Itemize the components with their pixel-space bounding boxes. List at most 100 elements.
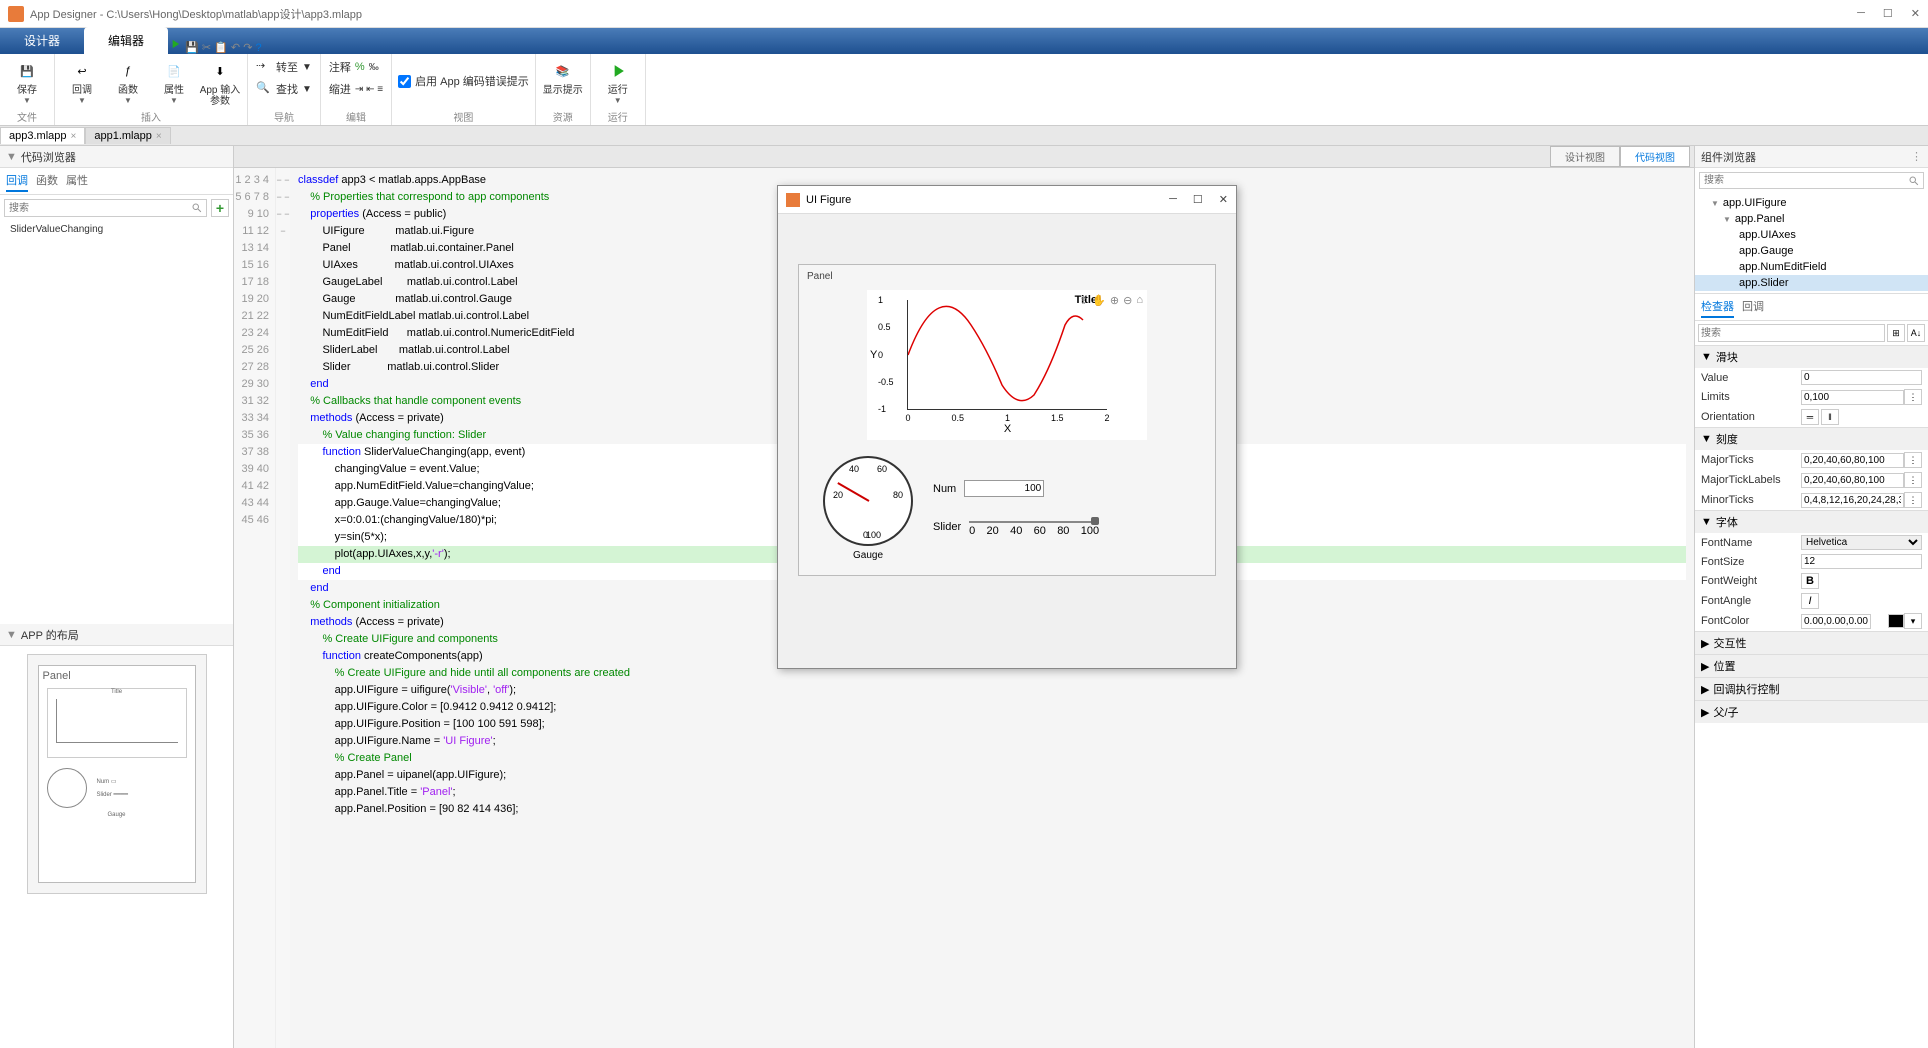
vertical-button[interactable]: ‖ xyxy=(1821,409,1839,425)
tab-inspector[interactable]: 检查器 xyxy=(1701,296,1734,318)
design-view-button[interactable]: 设计视图 xyxy=(1550,146,1620,167)
filetab-app1[interactable]: app1.mlapp× xyxy=(85,127,170,144)
add-callback-button[interactable]: + xyxy=(211,199,229,217)
tree-uifigure[interactable]: ▼app.UIFigure xyxy=(1695,195,1928,211)
tree-uiaxes[interactable]: app.UIAxes xyxy=(1695,227,1928,243)
copy-icon[interactable]: 📋 xyxy=(214,42,228,54)
tab-editor[interactable]: 编辑器 xyxy=(84,27,168,54)
ui-axes[interactable]: Title ⇪ ✋ ⊕ ⊖ ⌂ 1 0.5 0 -0.5 -1 xyxy=(867,290,1147,440)
panel-menu-icon[interactable]: ⋮ xyxy=(1911,150,1922,163)
tab-functions[interactable]: 函数 xyxy=(36,170,58,192)
enable-errors-label: 启用 App 编码错误提示 xyxy=(415,73,529,89)
ui-gauge: 0 20 40 60 80 100 xyxy=(823,456,913,546)
run-button[interactable]: 运行▼ xyxy=(597,57,639,105)
limits-input[interactable] xyxy=(1801,390,1904,405)
section-parent[interactable]: ▶父/子 xyxy=(1695,701,1928,723)
close-icon[interactable]: × xyxy=(156,131,162,142)
find-button[interactable]: 🔍查找 ▼ xyxy=(254,79,314,99)
run-icon[interactable] xyxy=(168,37,182,51)
window-title: App Designer - C:\Users\Hong\Desktop\mat… xyxy=(30,6,362,22)
tree-slider[interactable]: app.Slider xyxy=(1695,275,1928,291)
section-position[interactable]: ▶位置 xyxy=(1695,655,1928,677)
section-scale[interactable]: ▼刻度 xyxy=(1695,428,1928,450)
section-interact[interactable]: ▶交互性 xyxy=(1695,632,1928,654)
tab-properties[interactable]: 属性 xyxy=(66,170,88,192)
close-icon[interactable]: ✕ xyxy=(1219,193,1228,206)
undo-icon[interactable]: ↶ xyxy=(231,42,240,54)
num-label: Num xyxy=(933,483,956,495)
uifigure-titlebar[interactable]: UI Figure ─ ☐ ✕ xyxy=(778,186,1236,214)
filetab-app3[interactable]: app3.mlapp× xyxy=(0,127,85,144)
fontname-select[interactable]: Helvetica xyxy=(1801,535,1922,550)
goto-button[interactable]: ⇢转至 ▼ xyxy=(254,57,314,77)
function-icon: ƒ xyxy=(116,59,140,83)
more-button[interactable]: ⋮ xyxy=(1904,389,1922,405)
collapse-icon[interactable]: ▼ xyxy=(6,151,17,163)
layout-preview[interactable]: Panel Title Num ▭Slider ━━━━ Gauge xyxy=(0,646,233,1048)
redo-icon[interactable]: ↷ xyxy=(243,42,252,54)
majorticklabels-input[interactable] xyxy=(1801,473,1904,488)
find-icon: 🔍 xyxy=(256,81,272,97)
close-icon[interactable]: ✕ xyxy=(1911,7,1920,20)
toolstrip: 💾 保存▼ 文件 ↩回调▼ ƒ函数▼ 📄属性▼ ⬇App 输入参数 插入 ⇢转至… xyxy=(0,54,1928,126)
section-slider[interactable]: ▼滑块 xyxy=(1695,346,1928,368)
tab-designer[interactable]: 设计器 xyxy=(0,27,84,54)
num-edit-field[interactable] xyxy=(964,480,1044,497)
inspector-search-input[interactable] xyxy=(1698,324,1885,342)
uifigure-window: UI Figure ─ ☐ ✕ Panel Title ⇪ ✋ ⊕ ⊖ ⌂ xyxy=(777,185,1237,669)
component-search-input[interactable] xyxy=(1699,172,1924,189)
horizontal-button[interactable]: ═ xyxy=(1801,409,1819,425)
ui-slider[interactable]: 020 4060 80100 xyxy=(969,517,1099,537)
cut-icon[interactable]: ✂ xyxy=(202,42,211,54)
section-font[interactable]: ▼字体 xyxy=(1695,511,1928,533)
enable-errors-checkbox[interactable] xyxy=(398,75,411,88)
section-cbctrl[interactable]: ▶回调执行控制 xyxy=(1695,678,1928,700)
browser-search-input[interactable] xyxy=(4,199,207,217)
ui-panel: Panel Title ⇪ ✋ ⊕ ⊖ ⌂ 1 0.5 0 -0. xyxy=(798,264,1216,576)
tab-callbacks[interactable]: 回调 xyxy=(6,170,28,192)
fontsize-input[interactable] xyxy=(1801,554,1922,569)
slider-label: Slider xyxy=(933,521,961,533)
help-icon[interactable]: ? xyxy=(255,42,261,54)
save-button[interactable]: 💾 保存▼ xyxy=(6,57,48,105)
bold-button[interactable]: B xyxy=(1801,573,1819,589)
tree-numeditfield[interactable]: app.NumEditField xyxy=(1695,259,1928,275)
zoomout-icon[interactable]: ⊖ xyxy=(1123,294,1132,307)
zoomin-icon[interactable]: ⊕ xyxy=(1110,294,1119,307)
callback-button[interactable]: ↩回调▼ xyxy=(61,57,103,105)
function-button[interactable]: ƒ函数▼ xyxy=(107,57,149,105)
code-view-button[interactable]: 代码视图 xyxy=(1620,146,1690,167)
value-input[interactable] xyxy=(1801,370,1922,385)
save-icon[interactable]: 💾 xyxy=(185,42,199,54)
app-icon xyxy=(786,193,800,207)
callback-item[interactable]: SliderValueChanging xyxy=(0,221,233,238)
maximize-icon[interactable]: ☐ xyxy=(1193,193,1203,206)
close-icon[interactable]: × xyxy=(71,131,77,142)
goto-icon: ⇢ xyxy=(256,59,272,75)
italic-button[interactable]: I xyxy=(1801,593,1819,609)
slider-thumb[interactable] xyxy=(1091,517,1099,525)
code-browser-header: ▼ 代码浏览器 xyxy=(0,146,233,168)
appinput-button[interactable]: ⬇App 输入参数 xyxy=(199,57,241,107)
tab-callbacks-insp[interactable]: 回调 xyxy=(1742,296,1764,318)
file-tabs: app3.mlapp× app1.mlapp× xyxy=(0,126,1928,146)
minorticks-input[interactable] xyxy=(1801,493,1904,508)
comment-button[interactable]: 注释 % ‰ xyxy=(327,57,381,77)
tree-panel[interactable]: ▼app.Panel xyxy=(1695,211,1928,227)
view-grid-button[interactable]: ⊞ xyxy=(1887,324,1905,342)
sort-button[interactable]: A↓ xyxy=(1907,324,1925,342)
property-button[interactable]: 📄属性▼ xyxy=(153,57,195,105)
tree-gauge[interactable]: app.Gauge xyxy=(1695,243,1928,259)
home-icon[interactable]: ⌂ xyxy=(1136,294,1143,307)
fontcolor-input[interactable] xyxy=(1801,614,1871,629)
minimize-icon[interactable]: ─ xyxy=(1169,193,1177,206)
book-icon: 📚 xyxy=(551,59,575,83)
minimize-icon[interactable]: ─ xyxy=(1857,7,1865,20)
color-swatch[interactable] xyxy=(1888,614,1904,628)
collapse-icon[interactable]: ▼ xyxy=(6,629,17,641)
save-icon: 💾 xyxy=(15,59,39,83)
indent-button[interactable]: 缩进 ⇥ ⇤ ≡ xyxy=(327,79,385,99)
majorticks-input[interactable] xyxy=(1801,453,1904,468)
showhint-button[interactable]: 📚显示提示 xyxy=(542,57,584,96)
maximize-icon[interactable]: ☐ xyxy=(1883,7,1893,20)
